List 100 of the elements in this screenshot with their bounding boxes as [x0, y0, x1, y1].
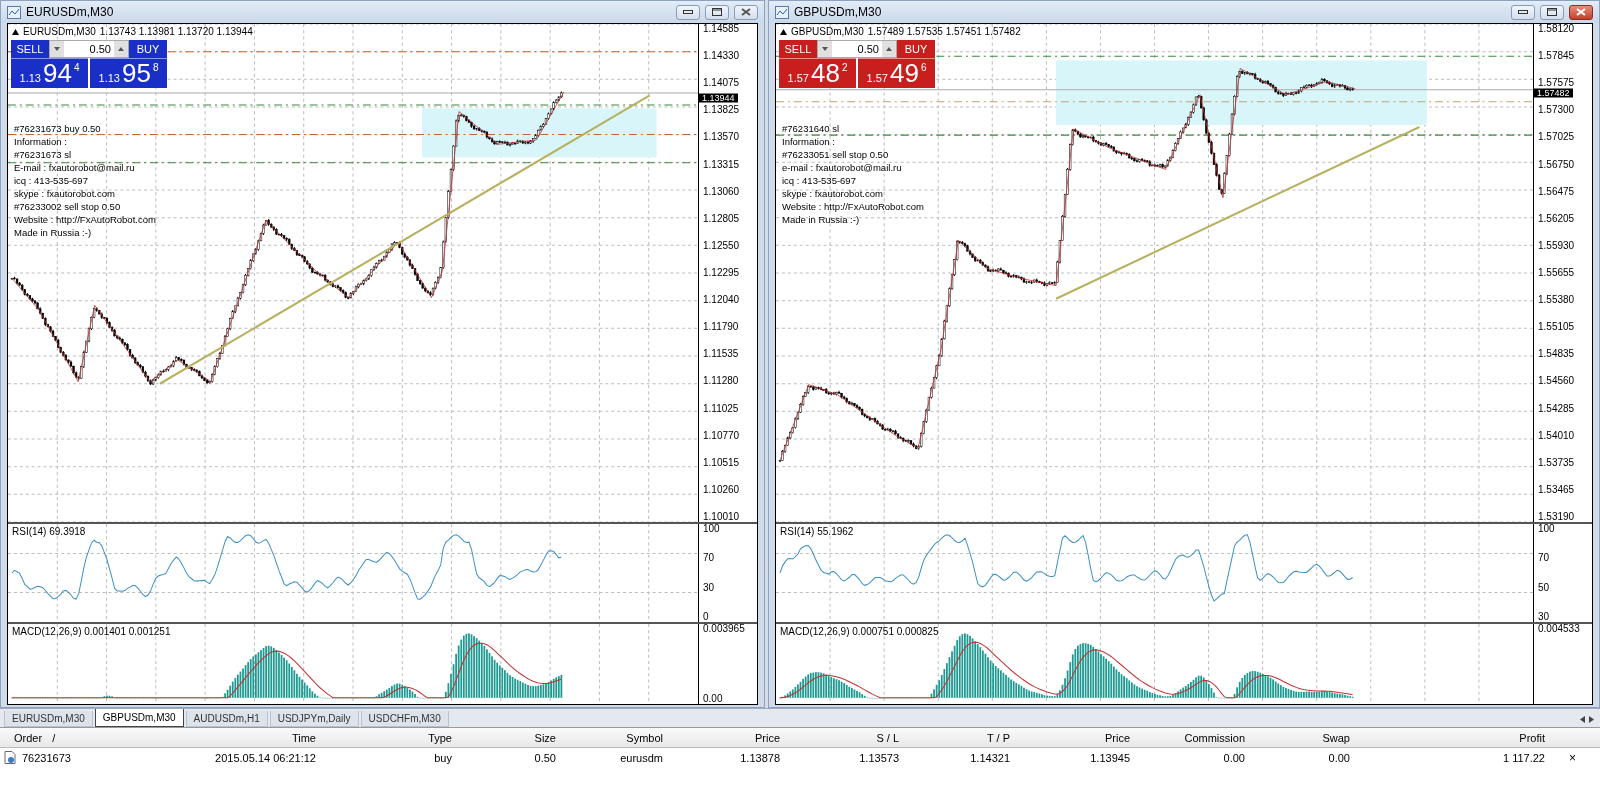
price-tick: 1.53735 [1538, 457, 1576, 468]
table-cell-text: 1.13573 [858, 751, 899, 764]
chart-comment-line: #76231640 sl [782, 122, 841, 135]
chart-tab[interactable]: EURUSDm,M30 [4, 711, 93, 727]
table-cell-text: 2015.05.14 06:21:12 [214, 751, 316, 764]
chart-tab[interactable]: USDJPYm,Daily [269, 711, 359, 727]
rsi-tick: 70 [1538, 553, 1551, 564]
price-tick: 1.14330 [703, 51, 741, 62]
lot-size-spinner[interactable]: 0.50 [49, 40, 129, 58]
rsi-tick: 100 [703, 524, 721, 534]
price-tick: 1.10010 [703, 511, 741, 522]
close-order-icon[interactable]: × [1545, 750, 1600, 765]
price-fraction: 2 [841, 62, 848, 73]
price-tick: 1.11790 [703, 322, 740, 333]
price-tick: 1.11280 [703, 376, 740, 387]
price-tick: 1.10260 [703, 484, 741, 495]
column-header[interactable]: T / P [899, 731, 1010, 744]
chart-tab[interactable]: USDCHFm,M30 [360, 711, 449, 727]
ohlc-values: 1.57489 1.57535 1.57451 1.57482 [867, 26, 1021, 37]
price-tick: 1.57575 [1538, 78, 1576, 89]
column-header[interactable]: S / L [780, 731, 899, 744]
price-pips: 48 [810, 60, 840, 86]
price-tick: 1.12550 [703, 240, 741, 251]
chart-comment-line: E-mail : fxautorobot@mail.ru [14, 161, 136, 174]
symbol-label: GBPUSDm,M30 [791, 26, 864, 37]
price-prefix: 1.57 [787, 72, 809, 84]
table-cell-text: 0.00 [1327, 751, 1350, 764]
macd-tick: 0.003965 [703, 624, 746, 634]
price-tick: 1.53465 [1538, 484, 1576, 495]
column-header[interactable]: Symbol [556, 731, 663, 744]
table-cell-text: 1 117.22 [1502, 751, 1545, 764]
column-header[interactable]: Commission [1130, 731, 1245, 744]
price-tick: 1.10515 [703, 457, 741, 468]
price-tick: 1.12295 [703, 268, 741, 278]
price-tick: 1.13825 [703, 105, 741, 116]
column-header[interactable]: Price [663, 731, 780, 744]
table-cell: 76231673 [22, 751, 71, 764]
price-tick: 1.14585 [703, 24, 741, 34]
price-fraction: 4 [73, 62, 80, 73]
table-cell-text: buy [433, 751, 452, 764]
buy-button[interactable]: BUY [897, 40, 935, 58]
chart-comment-line: Website : http://FxAutoRobot.com [14, 213, 156, 226]
chart-comment-line: e-mail : fxautorobot@mail.ru [782, 161, 903, 174]
column-header[interactable]: Order [14, 731, 43, 744]
chart-comment-line: icq : 413-535-697 [782, 174, 857, 187]
column-header[interactable]: Swap [1245, 731, 1350, 744]
indicator-label: MACD(12,26,9) 0.000751 0.000825 [780, 626, 939, 637]
column-header[interactable]: Time [200, 731, 316, 744]
chart-comment-line: Made in Russia :-) [14, 226, 93, 239]
price-tick: 1.55930 [1538, 240, 1576, 251]
sell-button[interactable]: SELL [779, 40, 817, 58]
price-tick: 1.57025 [1538, 132, 1576, 143]
price-pips: 94 [42, 60, 72, 86]
price-tick: 1.57845 [1538, 51, 1576, 62]
rsi-tick: 0 [703, 612, 710, 622]
chart-comment-line: #76233002 sell stop 0.50 [14, 200, 122, 213]
price-fraction: 8 [152, 62, 159, 73]
ohlc-values: 1.13743 1.13981 1.13720 1.13944 [99, 26, 253, 37]
table-cell-text: eurusdm [619, 751, 663, 764]
price-fraction: 6 [920, 62, 927, 73]
rsi-tick: 30 [703, 582, 716, 593]
table-cell-text: 1.13878 [739, 751, 780, 764]
window-title: GBPUSDm,M30 [794, 5, 883, 19]
price-tick: 1.11025 [703, 403, 740, 414]
table-cell-text: 1.13945 [1089, 751, 1130, 764]
chart-comment-line: icq : 413-535-697 [14, 174, 89, 187]
price-tick: 1.12805 [703, 213, 741, 224]
price-tick: 1.55655 [1538, 268, 1576, 278]
column-header[interactable]: Price [1010, 731, 1130, 744]
table-cell-text: 0.50 [533, 751, 556, 764]
current-price-label: 1.13944 [699, 93, 738, 103]
window-title: EURUSDm,M30 [26, 5, 115, 19]
price-tick: 1.54560 [1538, 376, 1576, 387]
buy-button[interactable]: BUY [129, 40, 167, 58]
macd-tick: 0.004533 [1538, 624, 1581, 634]
chart-tab[interactable]: GBPUSDm,M30 [94, 709, 184, 727]
price-pips: 49 [889, 60, 919, 86]
price-tick: 1.54835 [1538, 349, 1576, 360]
macd-tick: 0.00 [703, 694, 724, 704]
rsi-tick: 30 [1538, 612, 1551, 622]
price-tick: 1.14075 [703, 78, 741, 89]
chart-tab[interactable]: AUDUSDm,H1 [185, 711, 268, 727]
sell-button[interactable]: SELL [11, 40, 49, 58]
price-tick: 1.56205 [1538, 213, 1576, 224]
chart-comment-line: Made in Russia :-) [782, 213, 861, 226]
column-header[interactable]: Size [452, 731, 556, 744]
column-header[interactable]: Type [316, 731, 452, 744]
indicator-label: RSI(14) 55.1962 [780, 526, 854, 537]
column-header[interactable]: Profit [1350, 731, 1545, 744]
price-tick: 1.58120 [1538, 24, 1576, 34]
price-tick: 1.13315 [703, 159, 741, 170]
price-tick: 1.10770 [703, 430, 741, 441]
price-pips: 95 [121, 60, 151, 86]
lot-size-spinner[interactable]: 0.50 [817, 40, 897, 58]
price-tick: 1.57300 [1538, 105, 1576, 116]
price-tick: 1.53190 [1538, 511, 1576, 522]
chart-comment-line: #76231673 buy 0.50 [14, 122, 102, 135]
table-cell-text: 0.00 [1222, 751, 1245, 764]
chart-comment-line: Website : http://FxAutoRobot.com [782, 200, 924, 213]
table-cell-text: 1.14321 [969, 751, 1010, 764]
